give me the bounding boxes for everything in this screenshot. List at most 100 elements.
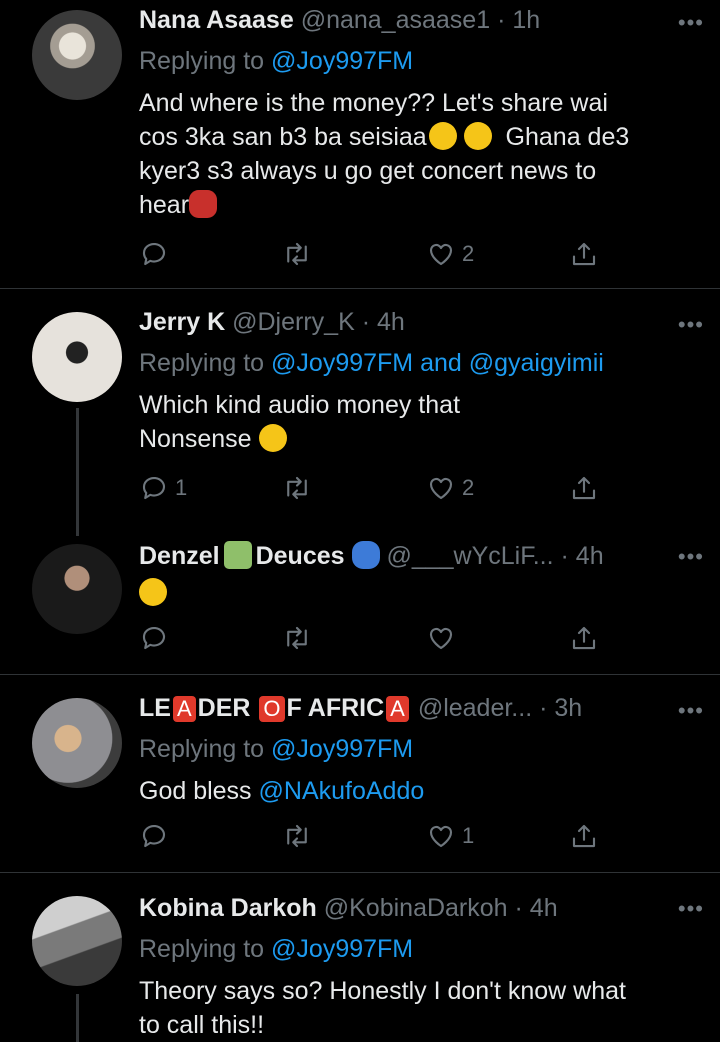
display-name[interactable]: Jerry K — [139, 308, 225, 336]
ogre-emoji-icon — [189, 190, 218, 218]
replying-to-label: Replying to — [139, 735, 272, 763]
tweet-text-line: Nonsense — [139, 425, 252, 453]
letter-a-badge-icon: A — [172, 696, 196, 722]
retweet-button[interactable] — [282, 470, 318, 506]
avatar[interactable] — [32, 544, 122, 634]
tweet-header: Denzel Deuces @___wYcLiF... · 4h — [139, 540, 660, 572]
replying-to: Replying to @Joy997FM and @gyaigyimii — [139, 346, 660, 380]
tweet-header: LE A DER OF AFRIC A @leader... · 3h — [139, 692, 660, 724]
tweet-text — [139, 576, 660, 610]
tweet-text: Which kind audio money that Nonsense — [139, 388, 660, 456]
like-count: 1 — [462, 823, 475, 848]
share-button[interactable] — [569, 470, 599, 506]
handle[interactable]: @___wYcLiF... — [386, 542, 553, 570]
rofl-emoji-icon — [428, 122, 457, 150]
replying-to-mention[interactable]: @Joy997FM — [271, 47, 413, 75]
tweet-text-line: kyer3 s3 always u go get concert news to — [139, 157, 597, 185]
tweet-text-line: Theory says so? Honestly I don't know wh… — [139, 977, 626, 1005]
timestamp[interactable]: · 3h — [539, 694, 582, 722]
retweet-button[interactable] — [282, 818, 318, 854]
tweet-actions: 2 — [139, 236, 609, 272]
avatar[interactable] — [32, 10, 122, 100]
display-name[interactable]: Kobina Darkoh — [139, 894, 317, 922]
avatar[interactable] — [32, 698, 122, 788]
like-button[interactable]: 2 — [426, 236, 474, 272]
reply-button[interactable]: 1 — [139, 470, 187, 506]
display-name[interactable]: Deuces — [256, 542, 345, 570]
display-name[interactable]: Denzel — [139, 542, 220, 570]
tweet-text-line: to call this!! — [139, 1011, 265, 1039]
tweet-actions: 1 2 — [139, 470, 609, 506]
reply-icon — [139, 623, 169, 653]
more-options-icon[interactable]: ••• — [678, 544, 704, 570]
replying-to: Replying to @Joy997FM — [139, 44, 660, 78]
replying-to-mention[interactable]: @Joy997FM and @gyaigyimii — [271, 349, 604, 377]
more-options-icon[interactable]: ••• — [678, 312, 704, 338]
share-button[interactable] — [569, 620, 599, 656]
retweet-icon — [282, 821, 312, 851]
share-button[interactable] — [569, 818, 599, 854]
avatar[interactable] — [32, 312, 122, 402]
reply-button[interactable] — [139, 236, 175, 272]
tweet-text: God bless @NAkufoAddo — [139, 774, 660, 808]
timestamp[interactable]: · 1h — [497, 6, 540, 34]
money-emoji-icon — [223, 541, 252, 569]
share-icon — [569, 821, 599, 851]
like-count: 2 — [462, 241, 475, 266]
replying-to-mention[interactable]: @Joy997FM — [271, 735, 413, 763]
share-icon — [569, 473, 599, 503]
retweet-icon — [282, 473, 312, 503]
more-options-icon[interactable]: ••• — [678, 896, 704, 922]
replying-to: Replying to @Joy997FM — [139, 732, 660, 766]
timestamp[interactable]: · 4h — [515, 894, 558, 922]
tweet-text-line: hear — [139, 191, 190, 219]
reply-button[interactable] — [139, 818, 175, 854]
tweet-kobina-darkoh[interactable]: Kobina Darkoh @KobinaDarkoh · 4h Replyin… — [0, 890, 720, 1042]
handle[interactable]: @KobinaDarkoh — [324, 894, 508, 922]
handle[interactable]: @nana_asaase1 — [301, 6, 490, 34]
retweet-button[interactable] — [282, 620, 318, 656]
avatar[interactable] — [32, 896, 122, 986]
like-button[interactable]: 1 — [426, 818, 474, 854]
display-name-part[interactable]: DER — [198, 694, 258, 722]
display-name[interactable]: Nana Asaase — [139, 6, 294, 34]
reply-count: 1 — [175, 475, 188, 500]
tweet-text: Theory says so? Honestly I don't know wh… — [139, 974, 660, 1042]
tweet-header: Nana Asaase @nana_asaase1 · 1h — [139, 4, 660, 36]
letter-a-badge-icon: A — [386, 696, 409, 722]
divider — [0, 674, 720, 675]
tweet-header: Jerry K @Djerry_K · 4h — [139, 306, 660, 338]
divider — [0, 872, 720, 873]
handle[interactable]: @Djerry_K — [232, 308, 355, 336]
tweet-text-line: cos 3ka san b3 ba seisiaa — [139, 123, 427, 151]
heart-icon — [426, 623, 456, 653]
replying-to-mention[interactable]: @Joy997FM — [271, 935, 413, 963]
tweet-nana-asaase[interactable]: Nana Asaase @nana_asaase1 · 1h Replying … — [0, 0, 720, 288]
share-button[interactable] — [569, 236, 599, 272]
reply-icon — [139, 473, 169, 503]
heart-icon — [426, 239, 456, 269]
share-icon — [569, 623, 599, 653]
sweat-smile-emoji-icon — [139, 578, 167, 606]
tweet-text-line: Ghana de3 — [505, 123, 630, 151]
timestamp[interactable]: · 4h — [561, 542, 604, 570]
more-options-icon[interactable]: ••• — [678, 698, 704, 724]
like-button[interactable] — [426, 620, 462, 656]
display-name-part[interactable]: F AFRIC — [287, 694, 385, 722]
reply-button[interactable] — [139, 620, 175, 656]
letter-o-badge-icon: O — [259, 696, 285, 722]
tweet-jerry-k[interactable]: Jerry K @Djerry_K · 4h Replying to @Joy9… — [0, 306, 720, 536]
replying-to-label: Replying to — [139, 935, 272, 963]
tweet-leader-of-africa[interactable]: LE A DER OF AFRIC A @leader... · 3h Replyin… — [0, 692, 720, 872]
tweet-actions — [139, 620, 609, 656]
tweet-mention[interactable]: @NAkufoAddo — [259, 777, 425, 805]
handle[interactable]: @leader... — [418, 694, 532, 722]
like-button[interactable]: 2 — [426, 470, 474, 506]
retweet-icon — [282, 623, 312, 653]
replying-to: Replying to @Joy997FM — [139, 932, 660, 966]
tweet-denzel-deuces[interactable]: Denzel Deuces @___wYcLiF... · 4h ••• — [0, 540, 720, 672]
display-name-part[interactable]: LE — [139, 694, 171, 722]
timestamp[interactable]: · 4h — [362, 308, 405, 336]
retweet-button[interactable] — [282, 236, 318, 272]
more-options-icon[interactable]: ••• — [678, 10, 704, 36]
